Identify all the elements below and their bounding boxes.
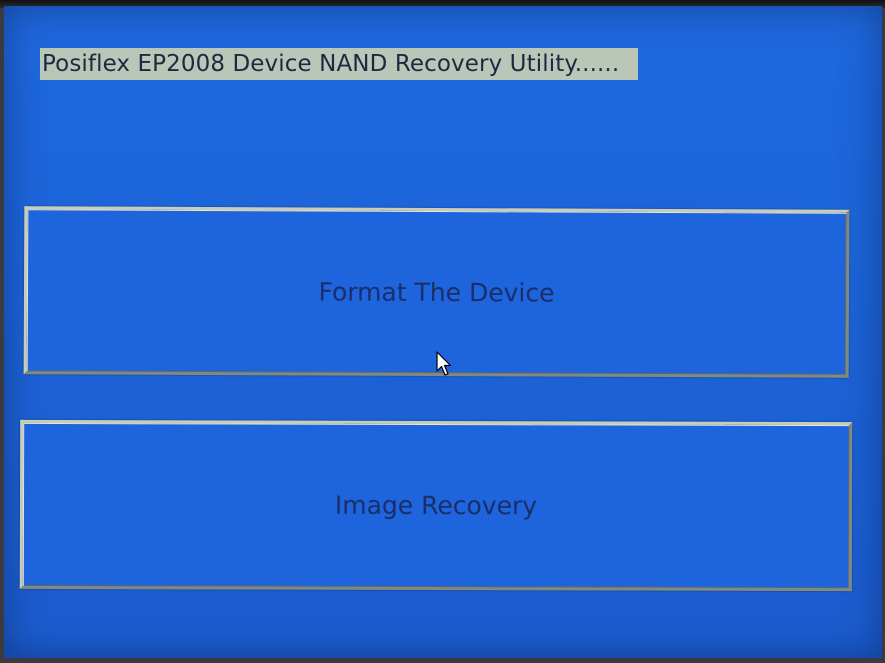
- mouse-pointer-icon: [436, 351, 452, 376]
- image-recovery-button[interactable]: Image Recovery: [19, 419, 853, 592]
- utility-title: Posiflex EP2008 Device NAND Recovery Uti…: [42, 51, 620, 77]
- recovery-screen: Posiflex EP2008 Device NAND Recovery Uti…: [4, 6, 882, 658]
- image-recovery-label: Image Recovery: [334, 490, 538, 521]
- title-highlight: Posiflex EP2008 Device NAND Recovery Uti…: [40, 48, 638, 80]
- format-device-label: Format The Device: [318, 276, 555, 308]
